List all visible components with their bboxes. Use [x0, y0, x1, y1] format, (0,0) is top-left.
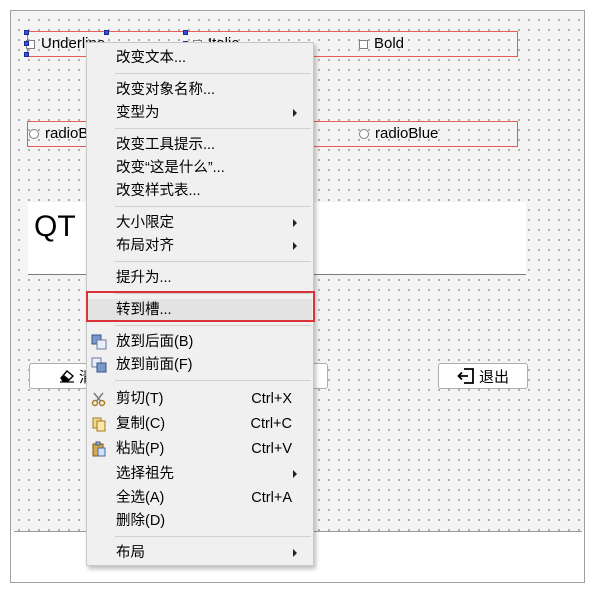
text-display: QT — [34, 210, 76, 243]
send-to-back-icon — [91, 334, 107, 350]
copy-icon — [92, 417, 106, 432]
radio-black-circle[interactable] — [29, 129, 39, 139]
selection-handle[interactable] — [104, 30, 109, 35]
submenu-arrow-icon — [293, 470, 297, 478]
exit-icon — [457, 368, 474, 384]
submenu-arrow-icon — [293, 242, 297, 250]
menu-item-delete[interactable]: 删除(D) — [88, 510, 312, 532]
selection-handle[interactable] — [24, 41, 29, 46]
menu-item-morph-into[interactable]: 变型为 — [88, 102, 312, 124]
menu-separator — [115, 536, 311, 537]
radio-blue-label: radioBlue — [375, 125, 439, 142]
menu-item-change-tooltip[interactable]: 改变工具提示... — [88, 134, 312, 156]
go-to-slot-highlight — [86, 291, 315, 322]
menu-separator — [115, 380, 311, 381]
menu-item-size-constraints[interactable]: 大小限定 — [88, 212, 312, 234]
submenu-arrow-icon — [293, 219, 297, 227]
menu-separator — [115, 325, 311, 326]
selection-handle[interactable] — [24, 30, 29, 35]
menu-item-cut[interactable]: 剪切(T) Ctrl+X — [88, 388, 312, 410]
menu-item-layout-alignment[interactable]: 布局对齐 — [88, 235, 312, 257]
exit-button-label: 退出 — [478, 368, 509, 386]
menu-item-select-all[interactable]: 全选(A) Ctrl+A — [88, 487, 312, 509]
selection-handle[interactable] — [183, 30, 188, 35]
exit-button[interactable]: 退出 — [438, 363, 528, 389]
menu-separator — [115, 261, 311, 262]
scissors-icon — [91, 392, 106, 407]
submenu-arrow-icon — [293, 109, 297, 117]
bring-to-front-icon — [91, 357, 107, 373]
checkbox-bold-box[interactable] — [359, 39, 368, 49]
menu-item-change-whats-this[interactable]: 改变“这是什么”... — [88, 157, 312, 179]
menu-item-layout[interactable]: 布局 — [88, 542, 312, 564]
checkbox-bold[interactable]: Bold — [359, 35, 404, 53]
menu-item-change-object-name[interactable]: 改变对象名称... — [88, 79, 312, 101]
menu-item-paste[interactable]: 粘贴(P) Ctrl+V — [88, 438, 312, 460]
menu-item-bring-to-front[interactable]: 放到前面(F) — [88, 354, 312, 376]
menu-item-change-text[interactable]: 改变文本... — [88, 47, 312, 69]
menu-separator — [115, 73, 311, 74]
menu-item-promote-to[interactable]: 提升为... — [88, 267, 312, 289]
menu-item-send-to-back[interactable]: 放到后面(B) — [88, 331, 312, 353]
menu-item-change-stylesheet[interactable]: 改变样式表... — [88, 180, 312, 202]
submenu-arrow-icon — [293, 549, 297, 557]
eraser-icon — [59, 370, 75, 383]
radio-blue-circle[interactable] — [359, 129, 369, 139]
menu-separator — [115, 206, 311, 207]
menu-item-copy[interactable]: 复制(C) Ctrl+C — [88, 413, 312, 435]
checkbox-bold-label: Bold — [374, 35, 405, 52]
paste-icon — [92, 441, 106, 457]
menu-item-select-ancestor[interactable]: 选择祖先 — [88, 463, 312, 485]
radio-blue[interactable]: radioBlue — [359, 125, 438, 143]
menu-separator — [115, 128, 311, 129]
selection-handle[interactable] — [24, 52, 29, 57]
